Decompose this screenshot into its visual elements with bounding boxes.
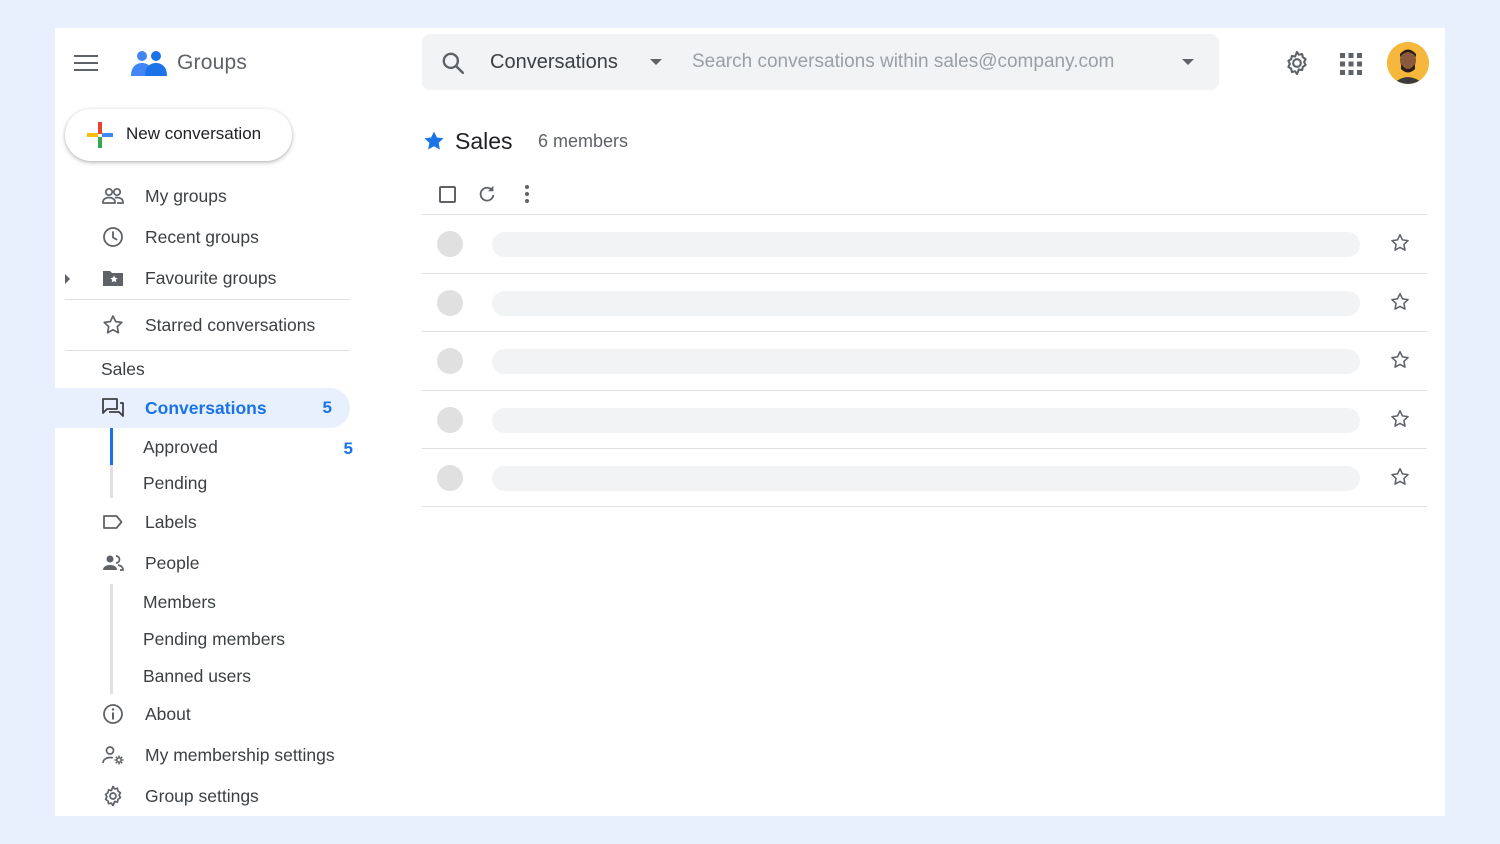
star-outline-icon[interactable] xyxy=(1389,291,1411,313)
skeleton-avatar xyxy=(437,348,463,374)
clock-icon xyxy=(103,227,123,247)
apps-grid-icon[interactable] xyxy=(1340,53,1362,75)
sidebar-item-label: Recent groups xyxy=(145,227,259,247)
sidebar-item-label: About xyxy=(145,704,191,724)
label-icon xyxy=(103,515,123,529)
sidebar-item-label: Pending xyxy=(143,473,208,493)
sidebar-item-people[interactable]: People xyxy=(55,543,350,583)
sidebar-item-label: Members xyxy=(143,592,216,612)
new-conversation-button[interactable]: New conversation xyxy=(65,109,292,161)
folder-star-icon xyxy=(103,271,123,286)
list-item[interactable] xyxy=(422,214,1427,273)
skeleton-avatar xyxy=(437,231,463,257)
sidebar-item-my-groups[interactable]: My groups xyxy=(55,176,350,216)
star-outline-icon[interactable] xyxy=(1389,349,1411,371)
search-scope-select[interactable]: Conversations xyxy=(490,51,618,74)
people-icon xyxy=(103,555,124,571)
more-vert-icon[interactable] xyxy=(517,183,537,205)
sidebar-item-pending[interactable]: Pending xyxy=(143,465,353,501)
skeleton-avatar xyxy=(437,289,463,316)
sidebar-item-approved[interactable]: Approved 5 xyxy=(143,429,353,465)
sidebar-item-label: People xyxy=(145,553,200,573)
sidebar-item-label: My membership settings xyxy=(145,745,335,765)
sidebar-item-starred-conversations[interactable]: Starred conversations xyxy=(55,305,350,345)
sidebar-item-pending-members[interactable]: Pending members xyxy=(143,621,353,657)
sidebar-item-about[interactable]: About xyxy=(55,694,350,734)
list-item[interactable] xyxy=(422,331,1427,390)
forum-icon xyxy=(102,398,124,417)
selected-indicator xyxy=(110,428,113,465)
skeleton-text xyxy=(492,349,1360,374)
skeleton-avatar xyxy=(437,406,463,433)
app-title: Groups xyxy=(177,51,248,74)
sidebar-item-label: Banned users xyxy=(143,666,251,686)
skeleton-avatar xyxy=(437,465,463,491)
main-menu-icon[interactable] xyxy=(74,55,98,73)
gear-icon xyxy=(104,785,122,807)
sidebar-item-banned-users[interactable]: Banned users xyxy=(143,658,353,694)
skeleton-text xyxy=(492,290,1360,316)
sidebar-item-conversations[interactable]: Conversations 5 xyxy=(55,388,350,428)
sidebar-divider xyxy=(65,350,350,351)
star-outline-icon xyxy=(103,315,123,334)
sidebar-item-favourite-groups[interactable]: Favourite groups xyxy=(55,258,350,298)
sidebar-item-label: My groups xyxy=(145,186,227,206)
sidebar-item-members[interactable]: Members xyxy=(143,584,353,620)
refresh-icon[interactable] xyxy=(476,183,498,205)
info-icon xyxy=(103,704,123,724)
sidebar-item-membership-settings[interactable]: My membership settings xyxy=(55,735,350,775)
sidebar-item-label: Conversations xyxy=(145,398,267,418)
sidebar-item-labels[interactable]: Labels xyxy=(55,502,350,542)
sidebar-item-label: Approved xyxy=(143,437,218,457)
search-icon[interactable] xyxy=(440,50,466,76)
star-filled-icon[interactable] xyxy=(422,129,446,153)
sidebar-item-label: Labels xyxy=(145,512,197,532)
group-title: Sales xyxy=(455,128,513,154)
sidebar-divider xyxy=(65,299,350,300)
settings-gear-icon[interactable] xyxy=(1283,49,1311,77)
list-item[interactable] xyxy=(422,389,1427,449)
group-section-title: Sales xyxy=(101,359,145,379)
new-conversation-label: New conversation xyxy=(126,124,262,143)
search-bar: Conversations xyxy=(422,34,1219,90)
sidebar-item-label: Group settings xyxy=(145,786,259,806)
groups-logo-icon xyxy=(131,51,167,76)
sidebar-item-label: Starred conversations xyxy=(145,315,316,335)
list-item[interactable] xyxy=(422,448,1427,507)
groups-app: Groups Conversations Search conversation… xyxy=(55,28,1445,816)
search-input[interactable] xyxy=(692,46,1162,78)
star-outline-icon[interactable] xyxy=(1389,408,1411,430)
approved-count: 5 xyxy=(343,439,353,458)
tree-line xyxy=(110,465,113,498)
skeleton-text xyxy=(492,407,1360,433)
user-avatar[interactable] xyxy=(1387,42,1429,84)
skeleton-text xyxy=(492,232,1360,257)
person-settings-icon xyxy=(102,746,124,765)
conversations-count: 5 xyxy=(322,398,332,417)
sidebar-item-group-settings[interactable]: Group settings xyxy=(55,776,350,816)
select-all-checkbox[interactable] xyxy=(439,186,456,203)
tree-line xyxy=(110,584,113,694)
search-options-icon[interactable] xyxy=(1182,59,1194,65)
skeleton-text xyxy=(492,466,1360,491)
sidebar-item-recent-groups[interactable]: Recent groups xyxy=(55,217,350,257)
sidebar-item-label: Pending members xyxy=(143,629,286,649)
people-icon xyxy=(102,187,124,204)
plus-icon xyxy=(87,122,113,148)
star-outline-icon[interactable] xyxy=(1389,466,1411,488)
sidebar-item-label: Favourite groups xyxy=(145,268,277,288)
star-outline-icon[interactable] xyxy=(1389,232,1411,254)
members-count[interactable]: 6 members xyxy=(538,131,628,152)
list-item[interactable] xyxy=(422,272,1427,332)
conversation-list xyxy=(422,214,1427,507)
scope-dropdown-icon[interactable] xyxy=(650,59,662,65)
